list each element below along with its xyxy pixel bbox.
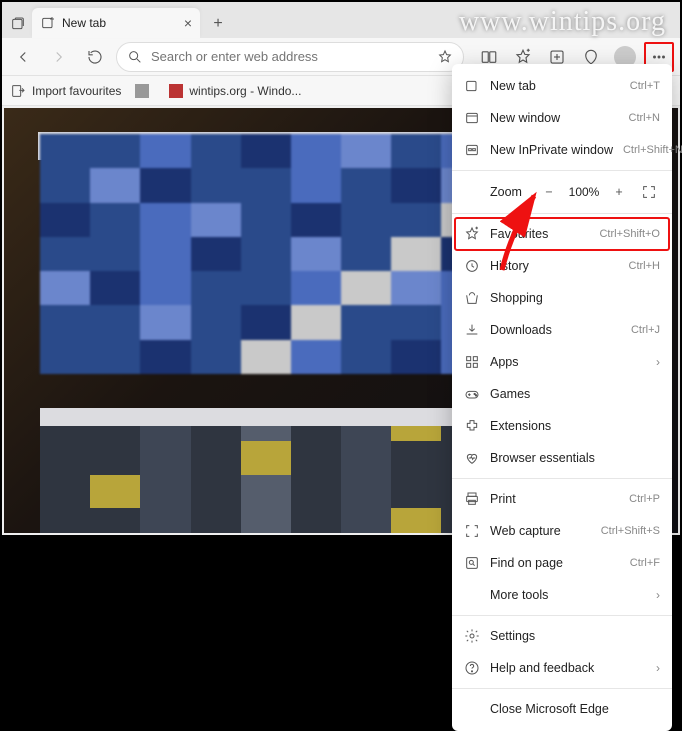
gear-icon: [464, 628, 480, 644]
menu-label: Browser essentials: [490, 451, 660, 465]
tab-title: New tab: [62, 16, 106, 30]
games-icon: [464, 386, 480, 402]
forward-button[interactable]: [44, 42, 74, 72]
downloads-icon: [464, 322, 480, 338]
menu-downloads[interactable]: Downloads Ctrl+J: [452, 314, 672, 346]
fullscreen-button[interactable]: [638, 181, 660, 203]
menu-new-tab[interactable]: New tab Ctrl+T: [452, 70, 672, 102]
menu-settings[interactable]: Settings: [452, 620, 672, 652]
menu-zoom-row: Zoom − 100% +: [452, 175, 672, 209]
menu-shortcut: Ctrl+Shift+O: [599, 228, 660, 240]
star-icon[interactable]: [437, 49, 453, 65]
menu-label: Shopping: [490, 291, 660, 305]
new-tab-icon: [464, 78, 480, 94]
menu-label: New InPrivate window: [490, 143, 613, 157]
menu-games[interactable]: Games: [452, 378, 672, 410]
menu-shortcut: Ctrl+N: [629, 112, 660, 124]
menu-label: New tab: [490, 79, 620, 93]
history-icon: [464, 258, 480, 274]
menu-label: More tools: [490, 588, 646, 602]
search-icon: [127, 49, 143, 65]
newtab-icon: [40, 15, 56, 31]
refresh-button[interactable]: [80, 42, 110, 72]
favicon-placeholder: [169, 84, 183, 98]
settings-menu: New tab Ctrl+T New window Ctrl+N New InP…: [452, 64, 672, 731]
address-input[interactable]: [151, 49, 429, 64]
import-favourites-button[interactable]: Import favourites: [10, 83, 121, 99]
menu-new-window[interactable]: New window Ctrl+N: [452, 102, 672, 134]
tab-close-button[interactable]: ×: [184, 15, 192, 31]
menu-label: History: [490, 259, 619, 273]
menu-extensions[interactable]: Extensions: [452, 410, 672, 442]
menu-shopping[interactable]: Shopping: [452, 282, 672, 314]
chevron-right-icon: ›: [656, 588, 660, 602]
address-bar[interactable]: [116, 42, 464, 72]
menu-shortcut: Ctrl+Shift+N: [623, 144, 682, 156]
browser-tab[interactable]: New tab ×: [32, 8, 200, 38]
print-icon: [464, 491, 480, 507]
menu-favourites[interactable]: Favourites Ctrl+Shift+O: [452, 218, 672, 250]
menu-label: Extensions: [490, 419, 660, 433]
bookmark-item-2[interactable]: wintips.org - Windo...: [169, 84, 301, 98]
apps-icon: [464, 354, 480, 370]
menu-history[interactable]: History Ctrl+H: [452, 250, 672, 282]
menu-help[interactable]: Help and feedback ›: [452, 652, 672, 684]
menu-web-capture[interactable]: Web capture Ctrl+Shift+S: [452, 515, 672, 547]
menu-print[interactable]: Print Ctrl+P: [452, 483, 672, 515]
menu-label: Print: [490, 492, 619, 506]
menu-apps[interactable]: Apps ›: [452, 346, 672, 378]
menu-label: New window: [490, 111, 619, 125]
back-button[interactable]: [8, 42, 38, 72]
zoom-value: 100%: [568, 185, 600, 199]
zoom-out-button[interactable]: −: [538, 181, 560, 203]
menu-shortcut: Ctrl+T: [630, 80, 660, 92]
menu-shortcut: Ctrl+J: [631, 324, 660, 336]
menu-new-inprivate[interactable]: New InPrivate window Ctrl+Shift+N: [452, 134, 672, 166]
heart-pulse-icon: [464, 450, 480, 466]
favicon-placeholder: [135, 84, 149, 98]
extensions-icon: [464, 418, 480, 434]
menu-label: Apps: [490, 355, 646, 369]
new-window-icon: [464, 110, 480, 126]
menu-shortcut: Ctrl+Shift+S: [601, 525, 660, 537]
menu-more-tools[interactable]: More tools ›: [452, 579, 672, 611]
import-favourites-label: Import favourites: [32, 84, 121, 98]
tab-actions-button[interactable]: [4, 10, 32, 38]
menu-find[interactable]: Find on page Ctrl+F: [452, 547, 672, 579]
menu-close-edge[interactable]: Close Microsoft Edge: [452, 693, 672, 725]
find-icon: [464, 555, 480, 571]
menu-label: Find on page: [490, 556, 620, 570]
help-icon: [464, 660, 480, 676]
menu-shortcut: Ctrl+P: [629, 493, 660, 505]
menu-label: Close Microsoft Edge: [490, 702, 660, 716]
menu-label: Help and feedback: [490, 661, 646, 675]
zoom-label: Zoom: [490, 185, 522, 199]
shopping-icon: [464, 290, 480, 306]
chevron-right-icon: ›: [656, 661, 660, 675]
menu-browser-essentials[interactable]: Browser essentials: [452, 442, 672, 474]
tab-strip: New tab × +: [2, 2, 680, 38]
menu-label: Web capture: [490, 524, 591, 538]
menu-label: Favourites: [490, 227, 589, 241]
menu-label: Downloads: [490, 323, 621, 337]
menu-label: Settings: [490, 629, 660, 643]
import-icon: [10, 83, 26, 99]
bookmark-item-1[interactable]: [135, 84, 155, 98]
inprivate-icon: [464, 142, 480, 158]
menu-shortcut: Ctrl+F: [630, 557, 660, 569]
bookmark-label: wintips.org - Windo...: [189, 84, 301, 98]
menu-shortcut: Ctrl+H: [629, 260, 660, 272]
chevron-right-icon: ›: [656, 355, 660, 369]
star-icon: [464, 226, 480, 242]
menu-label: Games: [490, 387, 660, 401]
zoom-in-button[interactable]: +: [608, 181, 630, 203]
new-tab-button[interactable]: +: [204, 10, 232, 38]
